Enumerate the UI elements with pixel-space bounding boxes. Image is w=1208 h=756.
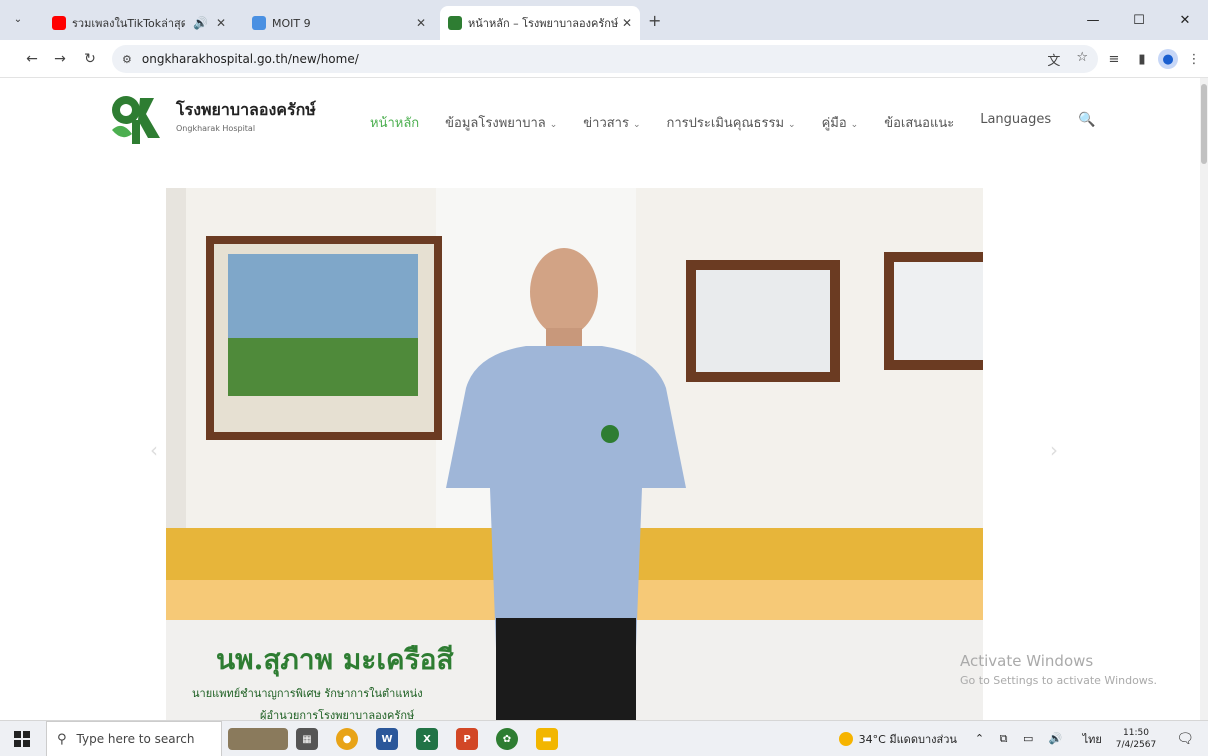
- new-tab-button[interactable]: +: [648, 11, 661, 30]
- hero-caption-line1: นายแพทย์ชำนาญการพิเศษ รักษาการในตำแหน่ง: [192, 687, 423, 700]
- tray-icons[interactable]: ⌃ ⧉ ▭ 🔊: [975, 732, 1069, 746]
- tab-search-button[interactable]: ⌄: [8, 9, 28, 29]
- close-icon[interactable]: ✕: [416, 16, 426, 30]
- close-icon[interactable]: ✕: [622, 16, 632, 30]
- page-scrollbar[interactable]: [1200, 78, 1208, 720]
- nav-item-integrity-assessment[interactable]: การประเมินคุณธรรม ⌄: [667, 112, 796, 133]
- nav-item-news[interactable]: ข่าวสาร ⌄: [583, 112, 640, 133]
- menu-kebab-icon[interactable]: ⋮: [1184, 49, 1204, 69]
- browser-tab-strip: ⌄ รวมเพลงในTikTokล่าสุด [2024 🔊 ✕ MOIT 9…: [0, 0, 1208, 40]
- hospital-logo-icon[interactable]: [106, 90, 164, 148]
- nav-item-suggestions[interactable]: ข้อเสนอแนะ: [884, 112, 954, 133]
- file-explorer-icon[interactable]: ▬: [536, 728, 558, 750]
- hero-caption-name: นพ.สุภาพ มะเครือสี: [216, 643, 454, 676]
- browser-toolbar: ← → ↻ ⚙ ongkharakhospital.go.th/new/home…: [0, 40, 1208, 78]
- app-green-icon[interactable]: ✿: [496, 728, 518, 750]
- tab-moit[interactable]: MOIT 9 ✕: [244, 6, 434, 40]
- reload-icon[interactable]: ↻: [80, 49, 100, 69]
- powerpoint-icon[interactable]: P: [456, 728, 478, 750]
- nav-item-hospital-info[interactable]: ข้อมูลโรงพยาบาล ⌄: [445, 112, 557, 133]
- activate-windows-watermark: Activate Windows Go to Settings to activ…: [960, 652, 1158, 687]
- profile-avatar-icon[interactable]: ●: [1158, 49, 1178, 69]
- system-tray: 34°C มีแดดบางส่วน ⌃ ⧉ ▭ 🔊 ไทย 11:50 7/4/…: [838, 721, 1194, 756]
- news-widget-icon[interactable]: [228, 728, 288, 750]
- tab-tiktok[interactable]: รวมเพลงในTikTokล่าสุด [2024 🔊 ✕: [44, 6, 234, 40]
- taskbar-search-input[interactable]: ⚲ Type here to search: [46, 721, 222, 756]
- side-panel-icon[interactable]: ▮: [1132, 49, 1152, 69]
- weather-widget[interactable]: 34°C มีแดดบางส่วน: [838, 730, 957, 748]
- nav-item-home[interactable]: หน้าหลัก: [370, 112, 419, 133]
- hero-caption-line2: ผู้อำนวยการโรงพยาบาลองครักษ์: [260, 709, 415, 720]
- site-info-icon[interactable]: ⚙: [122, 53, 132, 66]
- reading-list-icon[interactable]: ≡: [1104, 49, 1124, 69]
- window-controls: — ☐ ✕: [1070, 0, 1208, 40]
- web-page: โรงพยาบาลองครักษ์ Ongkharak Hospital หน้…: [0, 78, 1200, 720]
- chevron-down-icon: ⌄: [850, 120, 859, 130]
- close-icon[interactable]: ✕: [216, 16, 226, 30]
- chevron-down-icon: ⌄: [788, 120, 796, 130]
- scrollbar-thumb[interactable]: [1201, 84, 1207, 164]
- audio-icon[interactable]: 🔊: [193, 16, 208, 30]
- main-nav: หน้าหลัก ข้อมูลโรงพยาบาล ⌄ ข่าวสาร ⌄ การปร…: [370, 112, 1077, 133]
- windows-taskbar: ⚲ Type here to search ▦ ● W X P ✿ ▬ 34°C…: [0, 720, 1208, 756]
- language-indicator[interactable]: ไทย: [1083, 730, 1102, 748]
- address-bar[interactable]: ⚙ ongkharakhospital.go.th/new/home/ 文 ☆: [112, 45, 1098, 73]
- close-window-icon[interactable]: ✕: [1162, 0, 1208, 40]
- search-icon: ⚲: [57, 731, 67, 747]
- nav-item-languages[interactable]: Languages: [980, 112, 1051, 133]
- url-text: ongkharakhospital.go.th/new/home/: [141, 52, 359, 66]
- forward-icon[interactable]: →: [50, 49, 70, 69]
- excel-icon[interactable]: X: [416, 728, 438, 750]
- back-icon[interactable]: ←: [22, 49, 42, 69]
- chrome-icon[interactable]: ●: [336, 728, 358, 750]
- nav-item-manual[interactable]: คู่มือ ⌄: [822, 112, 859, 133]
- hospital-favicon-icon: [448, 16, 462, 30]
- brand-subtitle: Ongkharak Hospital: [176, 124, 256, 133]
- brand-name[interactable]: โรงพยาบาลองครักษ์: [176, 98, 316, 123]
- clock[interactable]: 11:50 7/4/2567: [1116, 727, 1156, 751]
- task-view-icon[interactable]: ▦: [296, 728, 318, 750]
- maximize-icon[interactable]: ☐: [1116, 0, 1162, 40]
- bookmark-star-icon[interactable]: ☆: [1076, 50, 1088, 69]
- notification-icon[interactable]: 🗨: [1176, 731, 1194, 747]
- minimize-icon[interactable]: —: [1070, 0, 1116, 40]
- moit-favicon-icon: [252, 16, 266, 30]
- chevron-left-icon[interactable]: ‹: [150, 438, 158, 462]
- windows-start-icon[interactable]: [14, 731, 30, 747]
- hero-slider: นพ.สุภาพ มะเครือสี นายแพทย์ชำนาญการพิเศษ…: [166, 188, 983, 720]
- translate-icon[interactable]: 文: [1047, 50, 1060, 69]
- tab-hospital-home[interactable]: หน้าหลัก – โรงพยาบาลองครักษ์ ✕: [440, 6, 640, 40]
- chevron-down-icon: ⌄: [632, 120, 641, 130]
- word-icon[interactable]: W: [376, 728, 398, 750]
- youtube-icon: [52, 16, 66, 30]
- weather-icon: [838, 732, 853, 746]
- chevron-down-icon: ⌄: [549, 120, 558, 130]
- chevron-right-icon[interactable]: ›: [1050, 438, 1058, 462]
- search-icon[interactable]: 🔍: [1078, 112, 1095, 128]
